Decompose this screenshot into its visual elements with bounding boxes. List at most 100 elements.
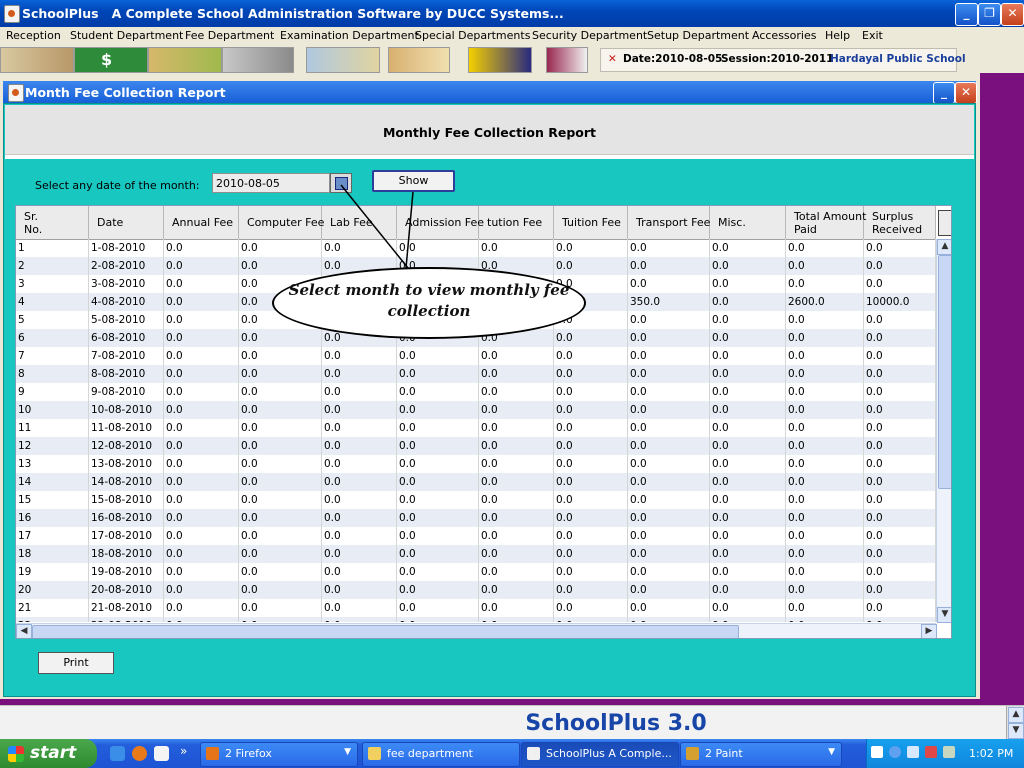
- calendar-button[interactable]: [330, 173, 352, 193]
- ie-icon[interactable]: [110, 746, 125, 761]
- brand-scroll-up[interactable]: ▲: [1008, 707, 1024, 723]
- brand-name: SchoolPlus 3.0: [525, 711, 707, 736]
- security-tray-icon[interactable]: [925, 746, 937, 758]
- close-button[interactable]: ✕: [1001, 3, 1024, 26]
- students-icon[interactable]: [148, 47, 222, 73]
- help-tray-icon[interactable]: [871, 746, 883, 758]
- table-row[interactable]: 21 21-08-2010 0.0 0.0 0.0 0.0 0.0 0.0 0.0 0.0 0.0 0…: [16, 599, 936, 617]
- table-row[interactable]: 2222-08-20100.00.00.00.00.00.00.00.00.00…: [16, 617, 936, 622]
- volume-tray-icon[interactable]: [943, 746, 955, 758]
- brand-scroll-down[interactable]: ▼: [1008, 723, 1024, 739]
- column-header[interactable]: Surplus Received: [864, 206, 936, 239]
- back-tray-icon[interactable]: [889, 746, 901, 758]
- column-header[interactable]: Total Amount Paid: [786, 206, 866, 239]
- table-cell: 0.0: [397, 581, 479, 599]
- column-header[interactable]: tution Fee: [479, 206, 554, 239]
- report-close-button[interactable]: ✕: [955, 82, 977, 104]
- security-icon[interactable]: [468, 47, 532, 73]
- clock-icon[interactable]: [222, 47, 294, 73]
- table-cell: 0.0: [864, 545, 936, 563]
- menu-security-department[interactable]: Security Department: [532, 29, 647, 42]
- report-minimize-button[interactable]: _: [933, 82, 955, 104]
- brand-scrollbar[interactable]: ▲ ▼: [1006, 706, 1024, 740]
- table-cell: 0.0: [164, 293, 239, 311]
- table-cell: 0.0: [164, 617, 239, 622]
- column-header[interactable]: Computer Fee: [239, 206, 324, 239]
- magnifier-icon[interactable]: [388, 47, 450, 73]
- menu-help[interactable]: Help: [825, 29, 850, 42]
- scroll-right-arrow[interactable]: ▶: [921, 624, 937, 638]
- table-row[interactable]: 14 14-08-2010 0.0 0.0 0.0 0.0 0.0 0.0 0.0 0.0 0.0 0…: [16, 473, 936, 491]
- taskbar-button[interactable]: 2 Firefox ▼: [200, 742, 358, 767]
- table-cell: 22-08-2010: [89, 617, 164, 622]
- table-row[interactable]: 18 18-08-2010 0.0 0.0 0.0 0.0 0.0 0.0 0.0 0.0 0.0 0…: [16, 545, 936, 563]
- menu-examination-department[interactable]: Examination Department: [280, 29, 419, 42]
- horizontal-scroll-thumb[interactable]: [32, 625, 739, 638]
- minimize-button[interactable]: _: [955, 3, 978, 26]
- reception-icon[interactable]: [0, 47, 74, 73]
- table-row[interactable]: 9 9-08-2010 0.0 0.0 0.0 0.0 0.0 0.0 0.0 0.0 0.0 0.0: [16, 383, 936, 401]
- table-cell: 4: [16, 293, 89, 311]
- table-row[interactable]: 10 10-08-2010 0.0 0.0 0.0 0.0 0.0 0.0 0.0 0.0 0.0 0…: [16, 401, 936, 419]
- dollar-icon[interactable]: $: [74, 47, 148, 73]
- scroll-left-arrow[interactable]: ◀: [16, 624, 32, 638]
- firefox-quicklaunch-icon[interactable]: [132, 746, 147, 761]
- java-window-icon: [8, 84, 24, 102]
- vertical-scroll-thumb[interactable]: [938, 255, 951, 489]
- menu-exit[interactable]: Exit: [862, 29, 883, 42]
- show-button[interactable]: Show: [372, 170, 455, 192]
- column-header[interactable]: Annual Fee: [164, 206, 239, 239]
- column-chooser-button[interactable]: [938, 210, 951, 236]
- menu-reception[interactable]: Reception: [6, 29, 61, 42]
- table-row[interactable]: 12 12-08-2010 0.0 0.0 0.0 0.0 0.0 0.0 0.0 0.0 0.0 0…: [16, 437, 936, 455]
- table-cell: 14-08-2010: [89, 473, 164, 491]
- column-header[interactable]: Admission Fee: [397, 206, 484, 239]
- vertical-scrollbar[interactable]: ▲ ▼: [936, 239, 951, 623]
- table-row[interactable]: 13 13-08-2010 0.0 0.0 0.0 0.0 0.0 0.0 0.0 0.0 0.0 0…: [16, 455, 936, 473]
- menu-setup-department[interactable]: Setup Department: [647, 29, 749, 42]
- table-row[interactable]: 1 1-08-2010 0.0 0.0 0.0 0.0 0.0 0.0 0.0 0.0 0.0 0.0: [16, 239, 936, 257]
- scroll-down-arrow[interactable]: ▼: [937, 607, 951, 623]
- table-row[interactable]: 11 11-08-2010 0.0 0.0 0.0 0.0 0.0 0.0 0.0 0.0 0.0 0…: [16, 419, 936, 437]
- maximize-button[interactable]: ❐: [978, 3, 1001, 26]
- calculator-icon[interactable]: [306, 47, 380, 73]
- menu-accessories[interactable]: Accessories: [752, 29, 816, 42]
- column-header[interactable]: Misc.: [710, 206, 786, 239]
- table-cell: 0.0: [554, 347, 628, 365]
- table-cell: 0.0: [322, 545, 397, 563]
- quicklaunch-overflow[interactable]: »: [180, 744, 187, 758]
- desktop-icon[interactable]: [154, 746, 169, 761]
- network-tray-icon[interactable]: [907, 746, 919, 758]
- print-button[interactable]: Print: [38, 652, 114, 674]
- column-header[interactable]: Transport Fee: [628, 206, 710, 239]
- table-cell: 0.0: [479, 581, 554, 599]
- taskbar-button[interactable]: SchoolPlus A Comple...: [521, 742, 679, 767]
- table-row[interactable]: 19 19-08-2010 0.0 0.0 0.0 0.0 0.0 0.0 0.0 0.0 0.0 0…: [16, 563, 936, 581]
- taskbar-button[interactable]: 2 Paint ▼: [680, 742, 842, 767]
- menu-fee-department[interactable]: Fee Department: [185, 29, 274, 42]
- column-header[interactable]: Lab Fee: [322, 206, 397, 239]
- column-header[interactable]: Sr. No.: [16, 206, 89, 239]
- table-row[interactable]: 20 20-08-2010 0.0 0.0 0.0 0.0 0.0 0.0 0.0 0.0 0.0 0…: [16, 581, 936, 599]
- table-row[interactable]: 7 7-08-2010 0.0 0.0 0.0 0.0 0.0 0.0 0.0 0.0 0.0 0.0: [16, 347, 936, 365]
- setup-icon[interactable]: [546, 47, 588, 73]
- table-row[interactable]: 8 8-08-2010 0.0 0.0 0.0 0.0 0.0 0.0 0.0 0.0 0.0 0.0: [16, 365, 936, 383]
- column-header[interactable]: Date: [89, 206, 164, 239]
- table-row[interactable]: 17 17-08-2010 0.0 0.0 0.0 0.0 0.0 0.0 0.0 0.0 0.0 0…: [16, 527, 936, 545]
- column-header[interactable]: Tuition Fee: [554, 206, 628, 239]
- scroll-up-arrow[interactable]: ▲: [937, 239, 951, 255]
- start-button[interactable]: start: [0, 739, 97, 768]
- menu-special-departments[interactable]: Special Departments: [415, 29, 530, 42]
- table-cell: 0.0: [864, 563, 936, 581]
- menu-student-department[interactable]: Student Department: [70, 29, 183, 42]
- table-cell: 0.0: [554, 545, 628, 563]
- table-cell: 7: [16, 347, 89, 365]
- date-field[interactable]: 2010-08-05: [212, 173, 330, 193]
- table-cell: 0.0: [554, 599, 628, 617]
- taskbar-button[interactable]: fee department: [362, 742, 520, 767]
- table-row[interactable]: 15 15-08-2010 0.0 0.0 0.0 0.0 0.0 0.0 0.0 0.0 0.0 0…: [16, 491, 936, 509]
- table-cell: 0.0: [864, 509, 936, 527]
- table-cell: 19-08-2010: [89, 563, 164, 581]
- table-row[interactable]: 16 16-08-2010 0.0 0.0 0.0 0.0 0.0 0.0 0.0 0.0 0.0 0…: [16, 509, 936, 527]
- horizontal-scrollbar[interactable]: ◀ ▶: [16, 623, 937, 638]
